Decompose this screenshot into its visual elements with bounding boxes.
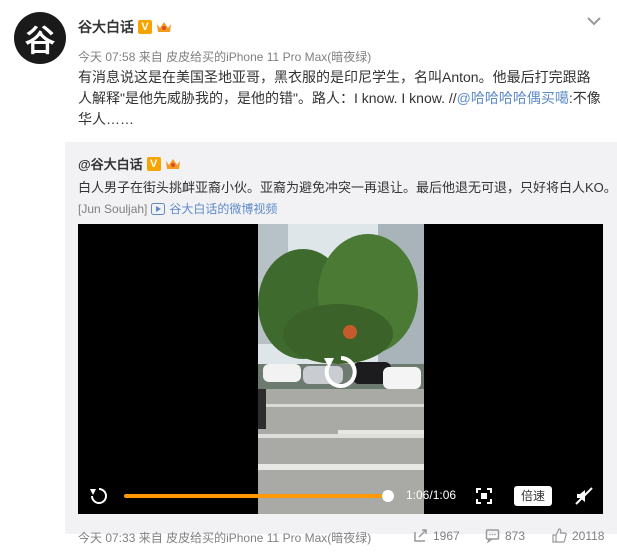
play-video-icon: [151, 202, 166, 215]
repost-author-name[interactable]: @谷大白话: [78, 154, 143, 173]
repost-source[interactable]: 皮皮给买的iPhone 11 Pro Max(暗夜绿): [166, 531, 371, 545]
repost-credit: [Jun Souljah]: [78, 201, 148, 216]
repost-credit-line: [Jun Souljah] 谷大白话的微博视频: [78, 200, 277, 217]
comment-count-button[interactable]: 873: [485, 528, 525, 543]
comment-icon: [485, 529, 500, 543]
verified-badge-icon: V: [146, 156, 161, 171]
avatar-glyph: 谷: [25, 24, 55, 59]
video-link[interactable]: 谷大白话的微博视频: [169, 200, 277, 217]
source-prefix: 来自: [138, 50, 163, 64]
post-text: 有消息说这是在美国圣地亚哥，黑衣服的是印尼学生，名叫Anton。他最后打完跟路人…: [78, 67, 603, 130]
repost-card: @谷大白话 V 白人男子在街头挑衅亚裔小伙。亚裔为避免冲突一再退让。最后他退无可…: [65, 142, 617, 534]
post-time[interactable]: 今天 07:58: [78, 50, 135, 64]
replay-small-icon[interactable]: [89, 486, 109, 506]
avatar[interactable]: 谷: [14, 12, 66, 64]
video-player[interactable]: 1:06/1:06 倍速: [78, 224, 603, 514]
repost-time[interactable]: 今天 07:33: [78, 531, 135, 545]
video-controls: 1:06/1:06 倍速: [78, 478, 603, 514]
like-count-button[interactable]: 20118: [552, 528, 604, 543]
repost-footer: 今天 07:33 来自 皮皮给买的iPhone 11 Pro Max(暗夜绿) …: [65, 525, 617, 557]
share-icon: [414, 529, 427, 542]
post-source[interactable]: 皮皮给买的iPhone 11 Pro Max(暗夜绿): [166, 50, 371, 64]
crown-icon: [165, 158, 180, 169]
mention-link[interactable]: @哈哈哈哈偶买噶: [457, 90, 569, 106]
fullscreen-icon[interactable]: [476, 488, 492, 504]
source-prefix: 来自: [138, 531, 163, 545]
author-name[interactable]: 谷大白话: [78, 17, 134, 37]
replay-icon[interactable]: [321, 352, 361, 392]
crown-icon: [157, 22, 171, 32]
repost-author[interactable]: @谷大白话 V: [78, 154, 181, 173]
mute-icon[interactable]: [575, 487, 593, 505]
comment-count: 873: [505, 528, 526, 543]
repost-meta: 今天 07:33 来自 皮皮给买的iPhone 11 Pro Max(暗夜绿): [78, 529, 371, 546]
post-meta: 今天 07:58 来自 皮皮给买的iPhone 11 Pro Max(暗夜绿): [78, 48, 371, 65]
repost-text: 白人男子在街头挑衅亚裔小伙。亚裔为避免冲突一再退让。最后他退无可退，只好将白人K…: [78, 180, 617, 195]
post-author[interactable]: 谷大白话 V: [78, 17, 172, 37]
verified-badge-icon: V: [138, 20, 152, 34]
chevron-down-icon[interactable]: [585, 14, 603, 28]
repost-count-button[interactable]: 1967: [413, 528, 460, 543]
repost-count: 1967: [433, 528, 460, 543]
speed-button[interactable]: 倍速: [514, 486, 552, 506]
progress-thumb[interactable]: [382, 490, 394, 502]
like-count: 20118: [572, 528, 605, 543]
progress-bar[interactable]: [124, 494, 388, 498]
time-display: 1:06/1:06: [406, 488, 457, 502]
thumbs-up-icon: [552, 528, 567, 543]
